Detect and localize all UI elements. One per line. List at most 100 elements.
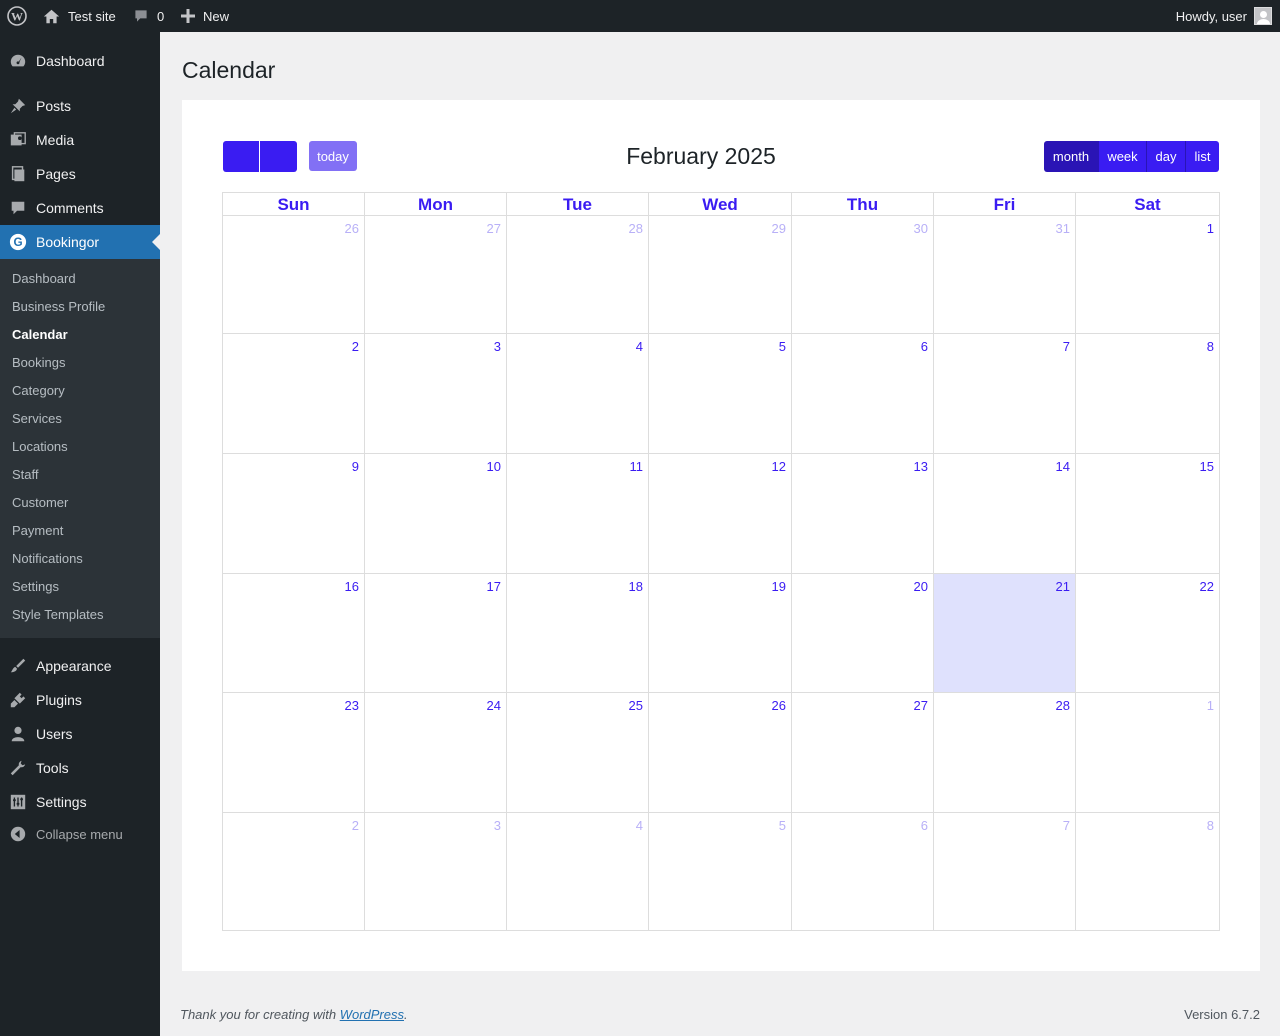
menu-item-appearance[interactable]: Appearance	[0, 649, 160, 683]
day-cell[interactable]: 26	[223, 216, 365, 334]
prev-month-button[interactable]	[223, 141, 259, 172]
day-cell[interactable]: 4	[507, 813, 649, 930]
day-number[interactable]: 19	[772, 579, 786, 594]
day-number[interactable]: 3	[494, 339, 501, 354]
view-day-button[interactable]: day	[1146, 141, 1185, 172]
submenu-item-category[interactable]: Category	[12, 381, 65, 401]
collapse-menu-button[interactable]: Collapse menu	[0, 819, 160, 849]
wordpress-link[interactable]: WordPress	[340, 1007, 404, 1022]
submenu-item-style-templates[interactable]: Style Templates	[12, 605, 104, 625]
day-cell[interactable]: 2	[223, 334, 365, 454]
menu-item-media[interactable]: Media	[0, 123, 160, 157]
menu-item-tools[interactable]: Tools	[0, 751, 160, 785]
day-number[interactable]: 6	[921, 339, 928, 354]
day-cell[interactable]: 27	[365, 216, 507, 334]
day-number[interactable]: 22	[1200, 579, 1214, 594]
submenu-item-payment[interactable]: Payment	[12, 521, 63, 541]
day-cell[interactable]: 25	[507, 693, 649, 813]
day-cell[interactable]: 20	[792, 574, 934, 693]
day-cell[interactable]: 7	[934, 334, 1076, 454]
day-cell[interactable]: 12	[649, 454, 792, 574]
day-cell-today[interactable]: 21	[934, 574, 1076, 693]
day-number[interactable]: 11	[630, 459, 644, 474]
day-cell[interactable]: 7	[934, 813, 1076, 930]
day-number[interactable]: 4	[636, 818, 643, 833]
submenu-item-notifications[interactable]: Notifications	[12, 549, 83, 569]
day-number[interactable]: 3	[494, 818, 501, 833]
submenu-item-dashboard[interactable]: Dashboard	[12, 269, 76, 289]
day-number[interactable]: 17	[487, 579, 501, 594]
day-number[interactable]: 18	[629, 579, 643, 594]
day-cell[interactable]: 16	[223, 574, 365, 693]
day-cell[interactable]: 29	[649, 216, 792, 334]
new-content-link[interactable]: New	[181, 0, 229, 32]
day-cell[interactable]: 3	[365, 813, 507, 930]
day-number[interactable]: 1	[1207, 221, 1214, 236]
day-number[interactable]: 27	[487, 221, 501, 236]
day-cell[interactable]: 3	[365, 334, 507, 454]
day-cell[interactable]: 11	[507, 454, 649, 574]
menu-item-bookingor[interactable]: G Bookingor	[0, 225, 160, 259]
day-cell[interactable]: 1	[1076, 693, 1219, 813]
submenu-item-customer[interactable]: Customer	[12, 493, 68, 513]
day-cell[interactable]: 19	[649, 574, 792, 693]
view-list-button[interactable]: list	[1185, 141, 1219, 172]
day-cell[interactable]: 9	[223, 454, 365, 574]
day-cell[interactable]: 5	[649, 813, 792, 930]
day-number[interactable]: 2	[352, 818, 359, 833]
day-number[interactable]: 4	[636, 339, 643, 354]
day-cell[interactable]: 4	[507, 334, 649, 454]
day-number[interactable]: 5	[779, 818, 786, 833]
today-button[interactable]: today	[309, 141, 357, 171]
day-number[interactable]: 24	[487, 698, 501, 713]
day-number[interactable]: 6	[921, 818, 928, 833]
day-number[interactable]: 7	[1063, 818, 1070, 833]
day-number[interactable]: 27	[914, 698, 928, 713]
day-number[interactable]: 26	[345, 221, 359, 236]
day-cell[interactable]: 24	[365, 693, 507, 813]
day-number[interactable]: 28	[629, 221, 643, 236]
day-number[interactable]: 1	[1207, 698, 1214, 713]
menu-item-comments[interactable]: Comments	[0, 191, 160, 225]
day-cell[interactable]: 27	[792, 693, 934, 813]
day-number[interactable]: 9	[352, 459, 359, 474]
day-cell[interactable]: 15	[1076, 454, 1219, 574]
day-cell[interactable]: 28	[934, 693, 1076, 813]
day-number[interactable]: 7	[1063, 339, 1070, 354]
day-number[interactable]: 12	[772, 459, 786, 474]
day-number[interactable]: 21	[1056, 579, 1070, 594]
menu-item-users[interactable]: Users	[0, 717, 160, 751]
day-cell[interactable]: 8	[1076, 334, 1219, 454]
day-cell[interactable]: 26	[649, 693, 792, 813]
comments-link[interactable]: 0	[133, 0, 164, 32]
day-number[interactable]: 29	[772, 221, 786, 236]
wordpress-logo-icon[interactable]: W	[7, 0, 27, 32]
day-number[interactable]: 26	[772, 698, 786, 713]
menu-item-pages[interactable]: Pages	[0, 157, 160, 191]
day-number[interactable]: 25	[629, 698, 643, 713]
menu-item-plugins[interactable]: Plugins	[0, 683, 160, 717]
view-month-button[interactable]: month	[1044, 141, 1098, 172]
day-cell[interactable]: 2	[223, 813, 365, 930]
day-number[interactable]: 28	[1056, 698, 1070, 713]
day-cell[interactable]: 22	[1076, 574, 1219, 693]
day-number[interactable]: 13	[914, 459, 928, 474]
day-number[interactable]: 10	[487, 459, 501, 474]
day-cell[interactable]: 18	[507, 574, 649, 693]
submenu-item-bookings[interactable]: Bookings	[12, 353, 65, 373]
day-cell[interactable]: 13	[792, 454, 934, 574]
day-number[interactable]: 30	[914, 221, 928, 236]
day-cell[interactable]: 23	[223, 693, 365, 813]
day-number[interactable]: 16	[345, 579, 359, 594]
day-cell[interactable]: 28	[507, 216, 649, 334]
day-cell[interactable]: 17	[365, 574, 507, 693]
submenu-item-staff[interactable]: Staff	[12, 465, 39, 485]
day-cell[interactable]: 8	[1076, 813, 1219, 930]
day-number[interactable]: 15	[1200, 459, 1214, 474]
view-week-button[interactable]: week	[1098, 141, 1146, 172]
submenu-item-services[interactable]: Services	[12, 409, 62, 429]
day-number[interactable]: 20	[914, 579, 928, 594]
day-cell[interactable]: 31	[934, 216, 1076, 334]
day-cell[interactable]: 6	[792, 813, 934, 930]
day-cell[interactable]: 14	[934, 454, 1076, 574]
